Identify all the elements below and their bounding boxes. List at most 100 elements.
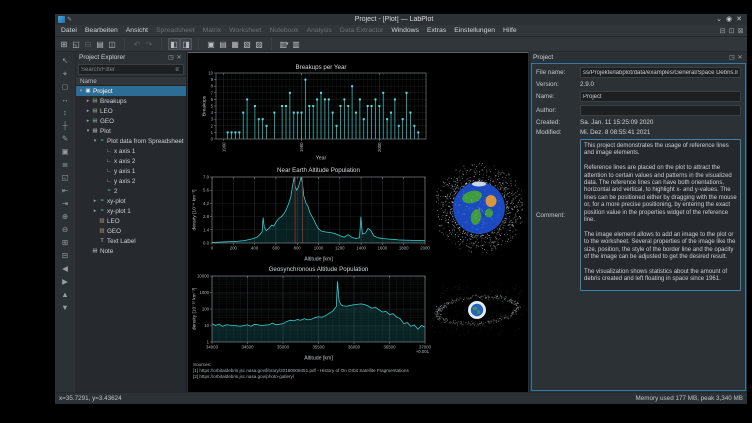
toggle-properties-explorer-button[interactable]: ◨ — [180, 38, 192, 50]
chart-geosynchronous-altitude[interactable]: 3400034500350003550036000365003700011010… — [191, 264, 433, 361]
tree-item-label: Plot — [100, 128, 111, 135]
toggle-project-explorer-button[interactable]: ◧ — [168, 38, 180, 50]
crosshair-mode-icon[interactable]: ⌖ — [59, 67, 72, 80]
menu-extras[interactable]: Extras — [423, 26, 450, 35]
close-dock-icon[interactable]: ✕ — [175, 54, 183, 61]
svg-text:2000: 2000 — [377, 142, 382, 152]
import-button[interactable]: ▥ — [290, 38, 302, 50]
worksheet-view[interactable]: 196019802000012345678910Breakups per Yea… — [187, 52, 529, 392]
close-dock-icon[interactable]: ✕ — [736, 54, 744, 61]
new-matrix-button[interactable]: ▦ — [229, 38, 241, 50]
tree-item-label: xy-plot — [107, 198, 126, 205]
new-project-button[interactable]: ⊞ — [58, 38, 70, 50]
new-datasource-dropdown-button[interactable]: ▥▾ — [278, 38, 290, 50]
select-mode-icon[interactable]: ↖ — [59, 54, 72, 67]
auto-scale-y-icon[interactable]: ⇥ — [59, 197, 72, 210]
svg-text:200: 200 — [230, 246, 238, 251]
zoom-out-x-icon[interactable]: ⊟ — [59, 249, 72, 262]
filter-icon[interactable]: ≡ — [173, 67, 181, 73]
svg-text:34000: 34000 — [206, 345, 219, 350]
float-dock-icon[interactable]: ◳ — [728, 54, 736, 61]
tree-item-project[interactable]: ▾▣Project — [76, 86, 186, 96]
tree-item-y-axis-1[interactable]: ∟y axis 1 — [76, 166, 186, 176]
tree-item-2[interactable]: ≈2 — [76, 186, 186, 196]
menu-data-extractor: Data Extractor — [336, 26, 387, 35]
auto-scale-icon[interactable]: ◱ — [59, 171, 72, 184]
new-spreadsheet-button[interactable]: ▤ — [217, 38, 229, 50]
tree-item-text-label[interactable]: TText Label — [76, 236, 186, 246]
print-preview-button[interactable]: ◫ — [106, 38, 118, 50]
zoom-out-icon[interactable]: ⊖ — [59, 223, 72, 236]
new-workbook-button[interactable]: ▣ — [205, 38, 217, 50]
tree-item-leo[interactable]: ▨LEO — [76, 216, 186, 226]
image-icon: ▨ — [98, 228, 106, 234]
svg-text:0.0: 0.0 — [203, 241, 210, 246]
version-row: Version: 2.9.0 — [536, 81, 741, 88]
tree-item-geo[interactable]: ▨GEO — [76, 226, 186, 236]
tree-item-breakups[interactable]: ▸▤Breakups — [76, 96, 186, 106]
tree-item-label: LEO — [107, 218, 120, 225]
svg-text:density [10⁻¹² km⁻³]: density [10⁻¹² km⁻³] — [192, 288, 198, 330]
zoom-y-selection-icon[interactable]: ↕ — [59, 106, 72, 119]
shift-down-y-icon[interactable]: ▼ — [59, 301, 72, 314]
tree-item-label: GEO — [100, 118, 114, 125]
spreadsheet-icon: ▤ — [91, 108, 99, 114]
window-title: Project - [Plot] — LabPlot — [74, 16, 714, 23]
tree-item-x-axis-1[interactable]: ∟x axis 1 — [76, 146, 186, 156]
new-worksheet-button[interactable]: ▧ — [241, 38, 253, 50]
zoom-in-icon[interactable]: ⊕ — [59, 210, 72, 223]
tree-column-header[interactable]: Name — [76, 76, 186, 86]
mdi-window-buttons: ⊟⊡⊠ — [718, 27, 745, 35]
shift-left-x-icon[interactable]: ◀ — [59, 262, 72, 275]
mdi-restore-icon[interactable]: ⊡ — [727, 27, 736, 35]
svg-text:1000: 1000 — [314, 246, 324, 251]
tree-item-xy-plot[interactable]: ▸≈xy-plot — [76, 196, 186, 206]
auto-scale-x-icon[interactable]: ⇤ — [59, 184, 72, 197]
search-input[interactable] — [81, 67, 173, 73]
mdi-minimize-icon[interactable]: ⊟ — [718, 27, 727, 35]
tree-item-note[interactable]: ▤Note — [76, 246, 186, 256]
title-bar[interactable]: ✎ Project - [Plot] — LabPlot ⌄ ◉ ✕ — [55, 14, 747, 25]
menu-windows[interactable]: Windows — [387, 26, 423, 35]
print-button[interactable]: ▤ — [94, 38, 106, 50]
leo-debris-image — [435, 161, 523, 258]
menu-bearbeiten[interactable]: Bearbeiten — [81, 26, 122, 35]
shift-up-y-icon[interactable]: ▲ — [59, 288, 72, 301]
tree-item-label: xy-plot 1 — [107, 208, 131, 215]
tree-item-plot-data-from-spreadsheet[interactable]: ▾≈Plot data from Spreadsheet — [76, 136, 186, 146]
tree-item-plot[interactable]: ▾▦Plot — [76, 126, 186, 136]
file-name-field[interactable] — [580, 67, 741, 78]
shift-right-x-icon[interactable]: ▶ — [59, 275, 72, 288]
add-text-icon[interactable]: ✎ — [59, 132, 72, 145]
zoom-in-x-icon[interactable]: ⊞ — [59, 236, 72, 249]
maximize-button[interactable]: ◉ — [724, 16, 734, 24]
add-image-icon[interactable]: ▣ — [59, 145, 72, 158]
new-notebook-button[interactable]: ▨ — [253, 38, 265, 50]
menu-hilfe[interactable]: Hilfe — [499, 26, 521, 35]
tree-item-leo[interactable]: ▸▤LEO — [76, 106, 186, 116]
chart-breakups-per-year[interactable]: 196019802000012345678910Breakups per Yea… — [201, 62, 431, 161]
cursor-icon[interactable]: ┼ — [59, 119, 72, 132]
svg-text:+0.001: +0.001 — [416, 349, 430, 354]
svg-text:Near Earth Altitude Population: Near Earth Altitude Population — [277, 167, 360, 174]
open-project-button[interactable]: ◱ — [70, 38, 82, 50]
name-field[interactable] — [580, 91, 741, 102]
menu-einstellungen[interactable]: Einstellungen — [450, 26, 499, 35]
tree-item-geo[interactable]: ▸▤GEO — [76, 116, 186, 126]
author-field[interactable] — [580, 105, 741, 116]
tree-item-x-axis-2[interactable]: ∟x axis 2 — [76, 156, 186, 166]
tree-item-xy-plot-1[interactable]: ▸≈xy-plot 1 — [76, 206, 186, 216]
menu-ansicht[interactable]: Ansicht — [122, 26, 152, 35]
tree-item-y-axis-2[interactable]: ∟y axis 2 — [76, 176, 186, 186]
svg-text:35000: 35000 — [277, 345, 290, 350]
close-button[interactable]: ✕ — [734, 16, 744, 24]
menu-datei[interactable]: Datei — [57, 26, 81, 35]
minimize-button[interactable]: ⌄ — [714, 16, 724, 24]
float-dock-icon[interactable]: ◳ — [167, 54, 175, 61]
chart-near-earth-altitude[interactable]: 02004006008001000120014001600180020000.0… — [191, 165, 433, 262]
zoom-selection-icon[interactable]: ◻ — [59, 80, 72, 93]
mdi-close-icon[interactable]: ⊠ — [736, 27, 745, 35]
add-legend-icon[interactable]: ≣ — [59, 158, 72, 171]
zoom-x-selection-icon[interactable]: ↔ — [59, 93, 72, 106]
comment-field[interactable]: This project demonstrates the usage of r… — [580, 139, 741, 291]
